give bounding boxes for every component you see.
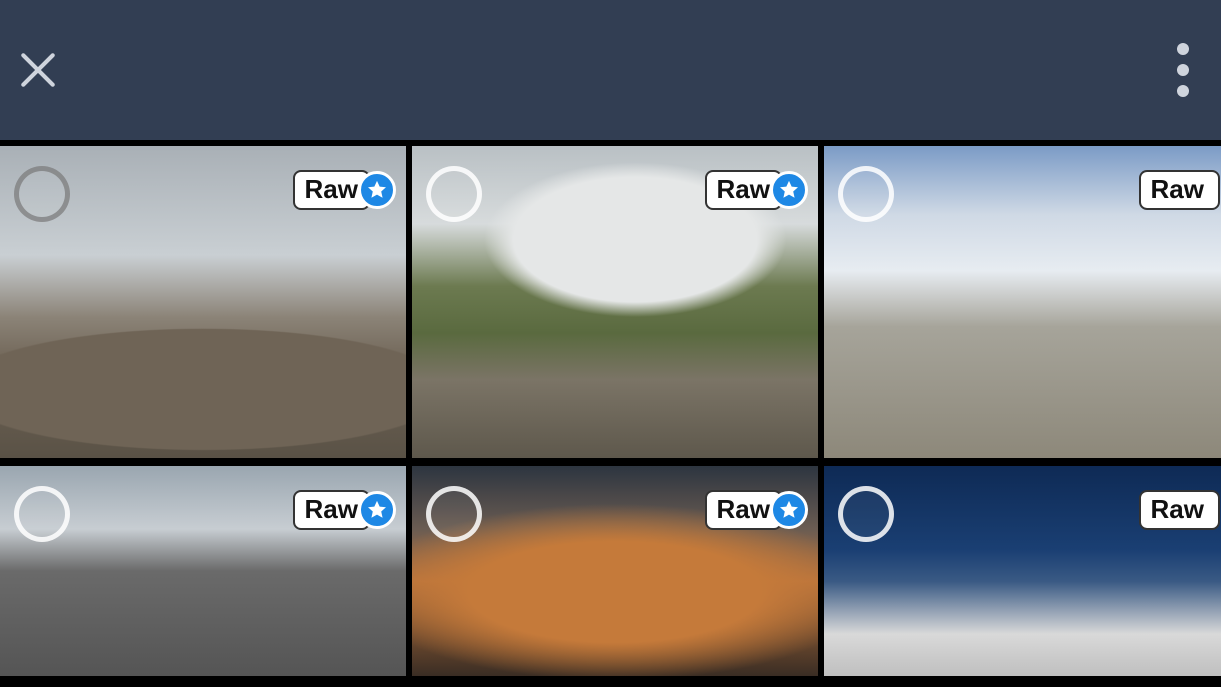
- star-icon: [778, 179, 800, 201]
- raw-badge: Raw: [705, 170, 808, 210]
- star-badge: [358, 491, 396, 529]
- kebab-dot-icon: [1177, 64, 1189, 76]
- selection-circle[interactable]: [838, 486, 894, 542]
- raw-badge: Raw: [705, 490, 808, 530]
- photo-grid: Raw Raw Raw Raw: [0, 146, 1221, 676]
- close-button[interactable]: [10, 42, 66, 98]
- star-icon: [366, 499, 388, 521]
- close-icon: [17, 49, 59, 91]
- selection-circle[interactable]: [426, 166, 482, 222]
- more-options-button[interactable]: [1163, 37, 1203, 103]
- photo-cell[interactable]: Raw: [0, 146, 406, 458]
- star-badge: [770, 171, 808, 209]
- selection-circle[interactable]: [14, 166, 70, 222]
- selection-circle[interactable]: [14, 486, 70, 542]
- star-badge: [770, 491, 808, 529]
- photo-cell[interactable]: Raw: [412, 146, 818, 458]
- star-icon: [778, 499, 800, 521]
- star-icon: [366, 179, 388, 201]
- raw-badge: Raw: [293, 170, 396, 210]
- raw-badge: Raw: [1139, 490, 1220, 530]
- raw-badge: Raw: [293, 490, 396, 530]
- star-badge: [358, 171, 396, 209]
- raw-label: Raw: [1139, 490, 1220, 530]
- selection-circle[interactable]: [838, 166, 894, 222]
- photo-cell[interactable]: Raw: [0, 466, 406, 676]
- raw-badge: Raw: [1139, 170, 1220, 210]
- photo-cell[interactable]: Raw: [412, 466, 818, 676]
- photo-cell[interactable]: Raw: [824, 466, 1221, 676]
- kebab-dot-icon: [1177, 43, 1189, 55]
- raw-label: Raw: [1139, 170, 1220, 210]
- photo-cell[interactable]: Raw: [824, 146, 1221, 458]
- selection-header: [0, 0, 1221, 140]
- selection-circle[interactable]: [426, 486, 482, 542]
- kebab-dot-icon: [1177, 85, 1189, 97]
